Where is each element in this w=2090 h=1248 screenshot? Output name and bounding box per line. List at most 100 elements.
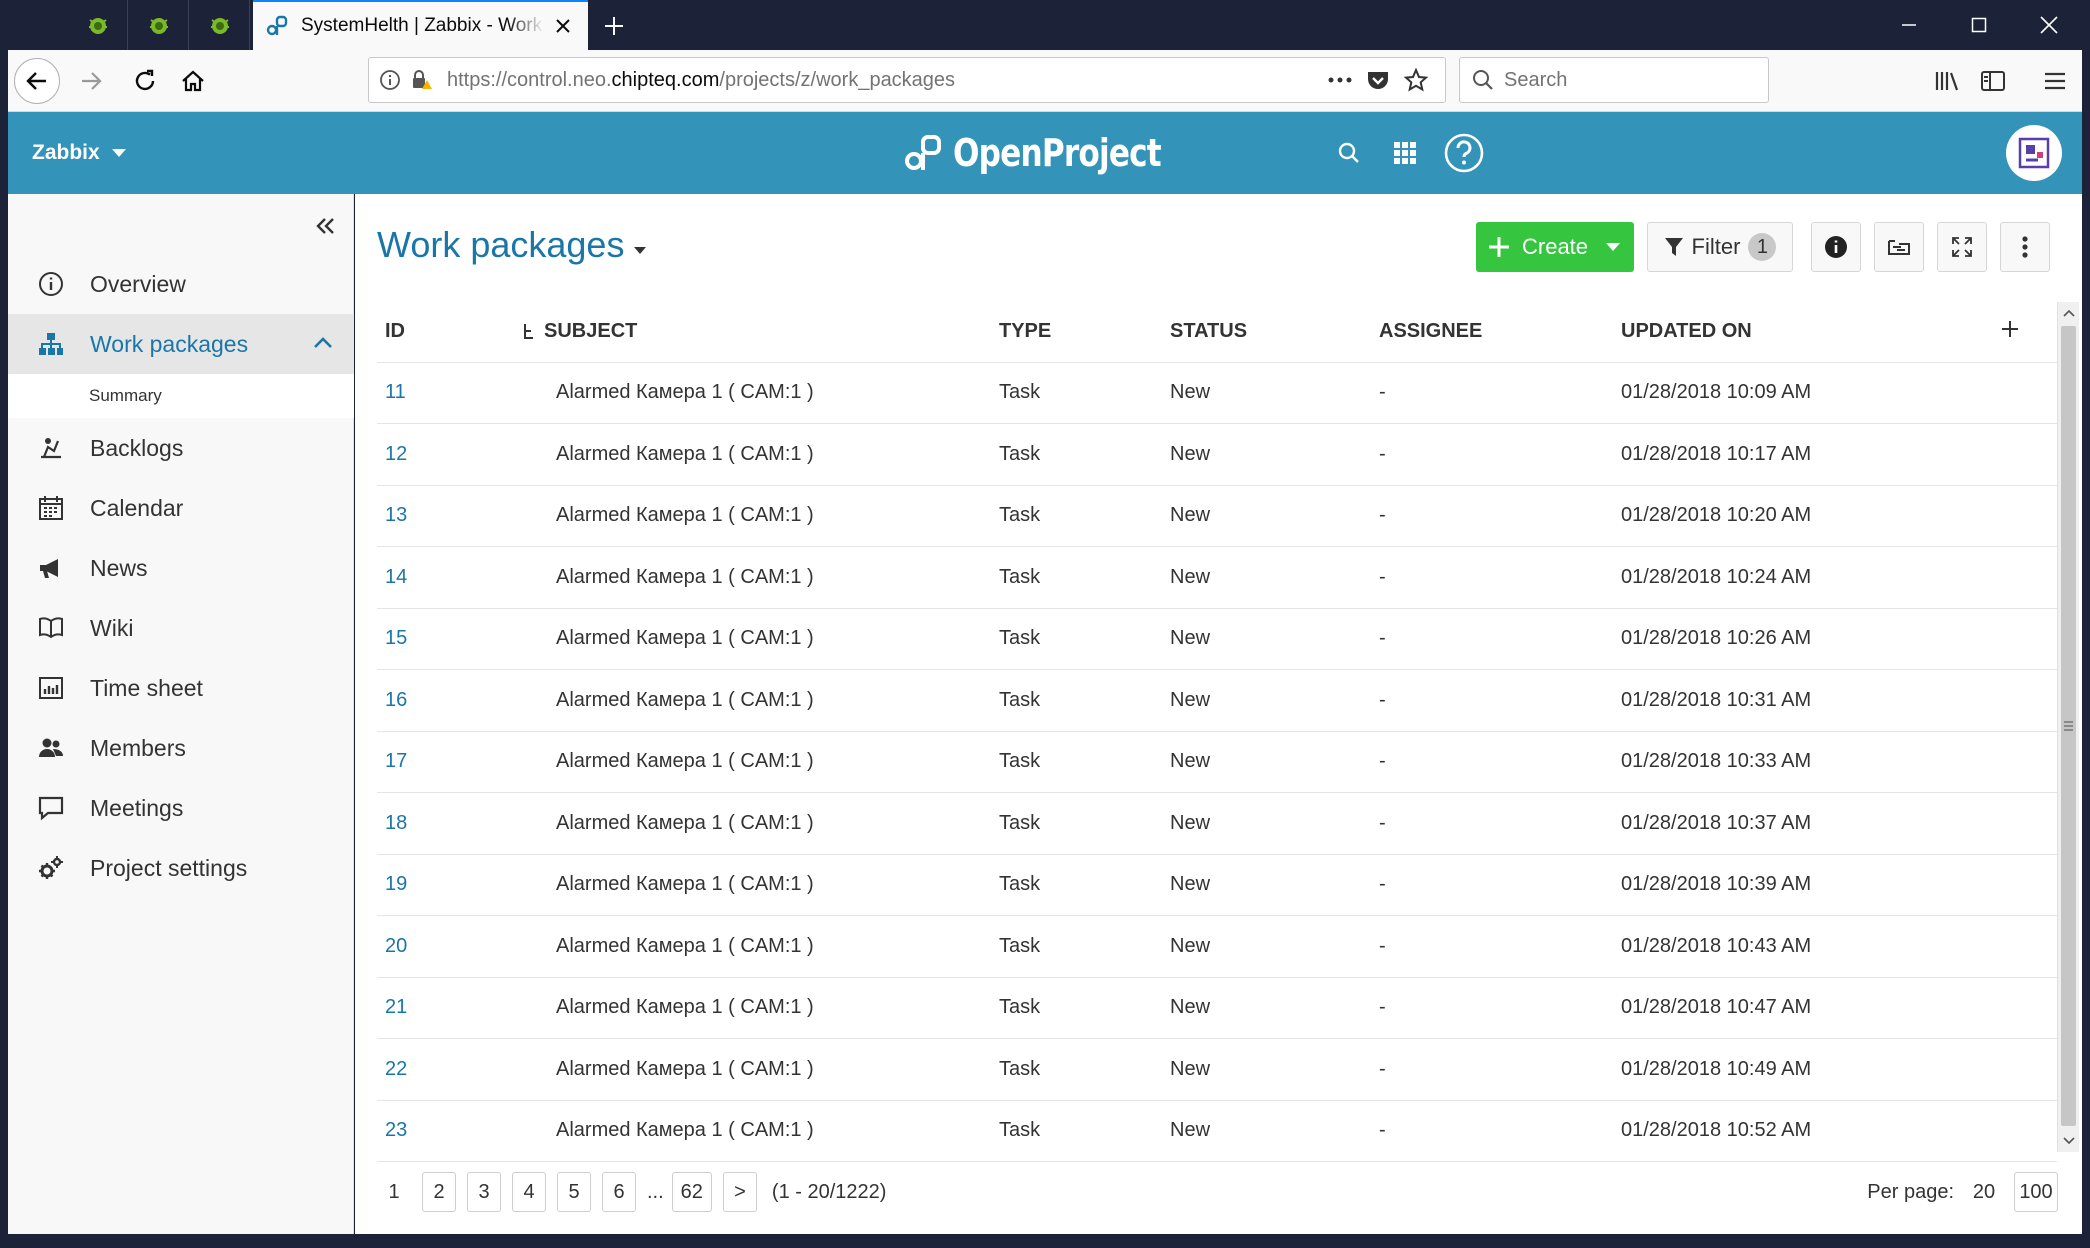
cell-assignee[interactable]: - (1371, 669, 1613, 732)
cell-subject[interactable]: Alarmed Камера 1 ( CAM:1 ) (514, 669, 991, 732)
active-tab[interactable]: SystemHelth | Zabbix - Work Packages (253, 0, 588, 50)
column-header-id[interactable]: ID (377, 302, 514, 363)
cell-subject[interactable]: Alarmed Камера 1 ( CAM:1 ) (514, 423, 991, 486)
sidebar-toggle-button[interactable] (1974, 62, 2012, 100)
url-text[interactable]: https://control.neo.chipteq.com/projects… (447, 69, 1321, 92)
user-avatar[interactable] (2006, 125, 2062, 181)
column-header-type[interactable]: TYPE (991, 302, 1162, 363)
cell-status[interactable]: New (1162, 731, 1371, 793)
cell-status[interactable]: New (1162, 977, 1371, 1039)
page-actions-button[interactable] (1321, 62, 1359, 98)
maximize-window-button[interactable] (1948, 0, 2010, 50)
cell-id[interactable]: 12 (377, 423, 514, 486)
cell-status[interactable]: New (1162, 608, 1371, 670)
cell-id[interactable]: 23 (377, 1100, 514, 1162)
page-link[interactable]: 3 (467, 1172, 501, 1212)
chevron-up-icon[interactable] (312, 332, 334, 354)
table-row[interactable]: 15 Alarmed Камера 1 ( CAM:1 ) Task New -01/2… (377, 608, 2057, 670)
sidebar-item-work-packages[interactable]: Work packages (8, 314, 354, 374)
cell-status[interactable]: New (1162, 669, 1371, 732)
cell-id[interactable]: 18 (377, 792, 514, 855)
cell-assignee[interactable]: - (1371, 608, 1613, 670)
cell-subject[interactable]: Alarmed Камера 1 ( CAM:1 ) (514, 362, 991, 424)
sidebar-item-backlogs[interactable]: Backlogs (8, 418, 354, 478)
column-header-updated-on[interactable]: UPDATED ON (1613, 302, 1993, 363)
cell-assignee[interactable]: - (1371, 792, 1613, 855)
sidebar-item-meetings[interactable]: Meetings (8, 778, 354, 838)
page-link[interactable]: 6 (602, 1172, 636, 1212)
openproject-logo[interactable]: OpenProject (903, 128, 1207, 178)
sidebar-item-project-settings[interactable]: Project settings (8, 838, 354, 898)
browser-search-bar[interactable] (1459, 57, 1769, 103)
cell-subject[interactable]: Alarmed Камера 1 ( CAM:1 ) (514, 915, 991, 978)
collapse-sidebar-button[interactable] (308, 208, 344, 244)
cell-assignee[interactable]: - (1371, 423, 1613, 486)
cell-id[interactable]: 13 (377, 485, 514, 547)
caret-down-icon[interactable] (1606, 243, 1620, 251)
table-row[interactable]: 23 Alarmed Камера 1 ( CAM:1 ) Task New -01/2… (377, 1100, 2057, 1162)
sidebar-item-news[interactable]: News (8, 538, 354, 598)
cell-status[interactable]: New (1162, 915, 1371, 978)
cell-subject[interactable]: Alarmed Камера 1 ( CAM:1 ) (514, 1038, 991, 1101)
sidebar-item-wiki[interactable]: Wiki (8, 598, 354, 658)
fullscreen-button[interactable] (1937, 222, 1987, 272)
reload-button[interactable] (122, 58, 168, 104)
cell-id[interactable]: 11 (377, 362, 514, 424)
next-page-button[interactable]: > (722, 1172, 757, 1212)
url-bar[interactable]: https://control.neo.chipteq.com/projects… (368, 57, 1446, 103)
cell-id[interactable]: 17 (377, 731, 514, 793)
back-button[interactable] (14, 58, 60, 104)
cell-status[interactable]: New (1162, 854, 1371, 916)
cell-status[interactable]: New (1162, 485, 1371, 547)
filter-button[interactable]: Filter 1 (1647, 222, 1793, 272)
cell-id[interactable]: 16 (377, 669, 514, 732)
scroll-up-button[interactable] (2058, 302, 2080, 324)
page-link[interactable]: 2 (422, 1172, 456, 1212)
cell-id[interactable]: 22 (377, 1038, 514, 1101)
sidebar-item-members[interactable]: Members (8, 718, 354, 778)
cell-assignee[interactable]: - (1371, 977, 1613, 1039)
page-link[interactable]: 5 (557, 1172, 591, 1212)
header-search-button[interactable] (1324, 128, 1374, 178)
table-row[interactable]: 12 Alarmed Камера 1 ( CAM:1 ) Task New -01/2… (377, 423, 2057, 486)
create-button[interactable]: Create (1476, 222, 1634, 272)
library-button[interactable] (1928, 62, 1966, 100)
column-header-assignee[interactable]: ASSIGNEE (1371, 302, 1613, 363)
table-row[interactable]: 17 Alarmed Камера 1 ( CAM:1 ) Task New -01/2… (377, 731, 2057, 793)
cell-status[interactable]: New (1162, 362, 1371, 424)
pinned-tab-1[interactable] (68, 0, 128, 50)
page-link[interactable]: 4 (512, 1172, 546, 1212)
sidebar-item-overview[interactable]: Overview (8, 254, 354, 314)
close-tab-icon[interactable] (552, 15, 574, 37)
cell-status[interactable]: New (1162, 423, 1371, 486)
pinned-tab-3[interactable] (190, 0, 250, 50)
cell-assignee[interactable]: - (1371, 362, 1613, 424)
scrollbar-thumb[interactable] (2061, 326, 2076, 1126)
cell-assignee[interactable]: - (1371, 1100, 1613, 1162)
help-button[interactable] (1439, 128, 1489, 178)
per-page-option[interactable]: 100 (2014, 1172, 2058, 1212)
table-row[interactable]: 11 Alarmed Камера 1 ( CAM:1 ) Task New -01/2… (377, 362, 2057, 424)
cell-subject[interactable]: Alarmed Камера 1 ( CAM:1 ) (514, 854, 991, 916)
cell-subject[interactable]: Alarmed Камера 1 ( CAM:1 ) (514, 731, 991, 793)
new-tab-button[interactable] (598, 10, 630, 42)
forward-button[interactable] (68, 58, 114, 104)
cell-status[interactable]: New (1162, 792, 1371, 855)
sidebar-item-time-sheet[interactable]: Time sheet (8, 658, 354, 718)
timeline-toggle-button[interactable] (1874, 222, 1924, 272)
table-row[interactable]: 19 Alarmed Камера 1 ( CAM:1 ) Task New -01/2… (377, 854, 2057, 916)
project-selector[interactable]: Zabbix (32, 112, 126, 194)
more-actions-button[interactable] (2000, 222, 2050, 272)
cell-subject[interactable]: Alarmed Камера 1 ( CAM:1 ) (514, 977, 991, 1039)
sidebar-item-calendar[interactable]: Calendar (8, 478, 354, 538)
table-row[interactable]: 21 Alarmed Камера 1 ( CAM:1 ) Task New -01/2… (377, 977, 2057, 1039)
cell-status[interactable]: New (1162, 1100, 1371, 1162)
cell-assignee[interactable]: - (1371, 1038, 1613, 1101)
add-column-button[interactable] (1993, 302, 2057, 363)
cell-status[interactable]: New (1162, 546, 1371, 609)
cell-id[interactable]: 15 (377, 608, 514, 670)
last-page-link[interactable]: 62 (671, 1172, 712, 1212)
scroll-down-button[interactable] (2058, 1130, 2080, 1152)
table-row[interactable]: 13 Alarmed Камера 1 ( CAM:1 ) Task New -01/2… (377, 485, 2057, 547)
cell-id[interactable]: 14 (377, 546, 514, 609)
